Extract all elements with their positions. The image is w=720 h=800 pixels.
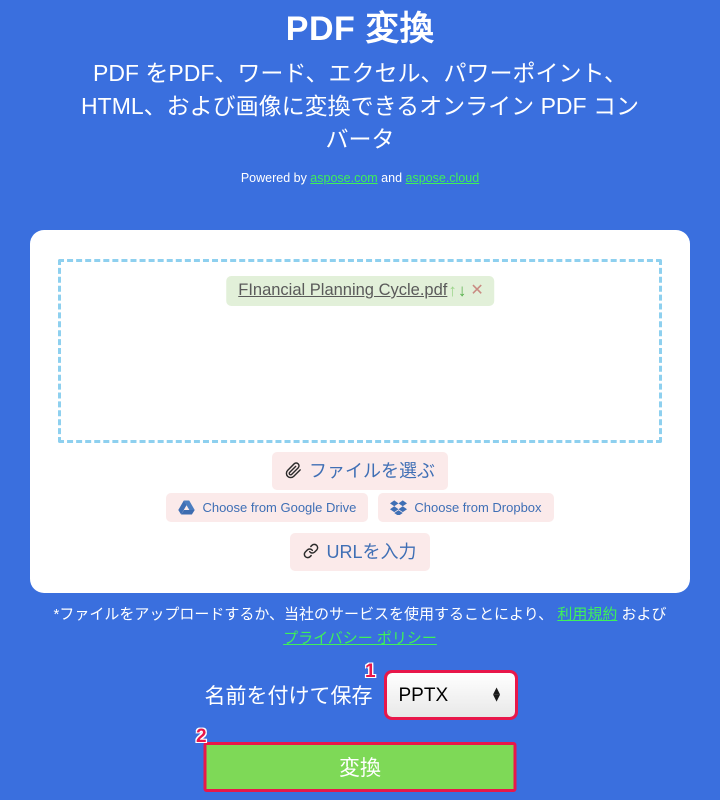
choose-file-label: ファイルを選ぶ [309,461,435,481]
uploaded-file-name[interactable]: FInancial Planning Cycle.pdf [238,281,447,300]
annotation-badge-1: 1 [365,661,376,682]
terms-text-prefix: *ファイルをアップロードするか、当社のサービスを使用することにより、 [53,606,558,623]
google-drive-button[interactable]: Choose from Google Drive [166,493,369,522]
aspose-com-link[interactable]: aspose.com [310,171,377,185]
page-title: PDF 変換 [285,10,435,48]
save-as-label: 名前を付けて保存 [204,685,373,708]
page-header: PDF 変換 PDF をPDF、ワード、エクセル、パワーポイント、HTML、およ… [0,0,720,185]
convert-button[interactable]: 変換 [203,742,517,792]
google-drive-label: Choose from Google Drive [202,500,357,515]
convert-button-wrapper: 変換 [203,742,517,792]
arrow-up-icon[interactable]: ↑ [448,282,457,299]
arrow-down-icon[interactable]: ↓ [458,282,467,299]
dropbox-label: Choose from Dropbox [414,500,542,515]
uploaded-file-chip: FInancial Planning Cycle.pdf ↑ ↓ ✕ [226,276,494,306]
cloud-sources-row: Choose from Google Drive Choose from Dro… [30,493,690,522]
terms-notice: *ファイルをアップロードするか、当社のサービスを使用することにより、 利用規約 … [0,603,720,651]
upload-card: FInancial Planning Cycle.pdf ↑ ↓ ✕ ファイルを… [30,230,690,593]
aspose-cloud-link[interactable]: aspose.cloud [406,171,480,185]
dropbox-button[interactable]: Choose from Dropbox [378,493,554,522]
powered-by-and: and [377,170,406,185]
powered-by-line: Powered by aspose.com and aspose.cloud [0,171,720,185]
enter-url-label: URLを入力 [326,542,417,562]
link-icon [303,543,319,559]
choose-file-row: ファイルを選ぶ [30,452,690,490]
annotation-badge-2: 2 [196,726,207,747]
format-select-wrapper: PPTX ▲ ▼ [383,670,518,720]
file-dropzone[interactable]: FInancial Planning Cycle.pdf ↑ ↓ ✕ [58,259,662,443]
privacy-policy-link[interactable]: プライバシー ポリシー [283,630,437,647]
powered-by-prefix: Powered by [240,170,311,185]
save-as-row: 名前を付けて保存 PPTX ▲ ▼ [0,670,720,720]
paperclip-icon [285,461,302,479]
enter-url-button[interactable]: URLを入力 [290,533,430,571]
google-drive-icon [178,500,196,515]
close-icon[interactable]: ✕ [470,282,483,299]
page-subtitle: PDF をPDF、ワード、エクセル、パワーポイント、HTML、および画像に変換で… [81,59,639,153]
enter-url-row: URLを入力 [30,533,690,571]
terms-text-mid: および [617,606,667,623]
choose-file-button[interactable]: ファイルを選ぶ [272,452,448,490]
dropbox-icon [390,500,408,515]
terms-of-use-link[interactable]: 利用規約 [557,606,617,623]
format-select[interactable]: PPTX [383,670,518,720]
